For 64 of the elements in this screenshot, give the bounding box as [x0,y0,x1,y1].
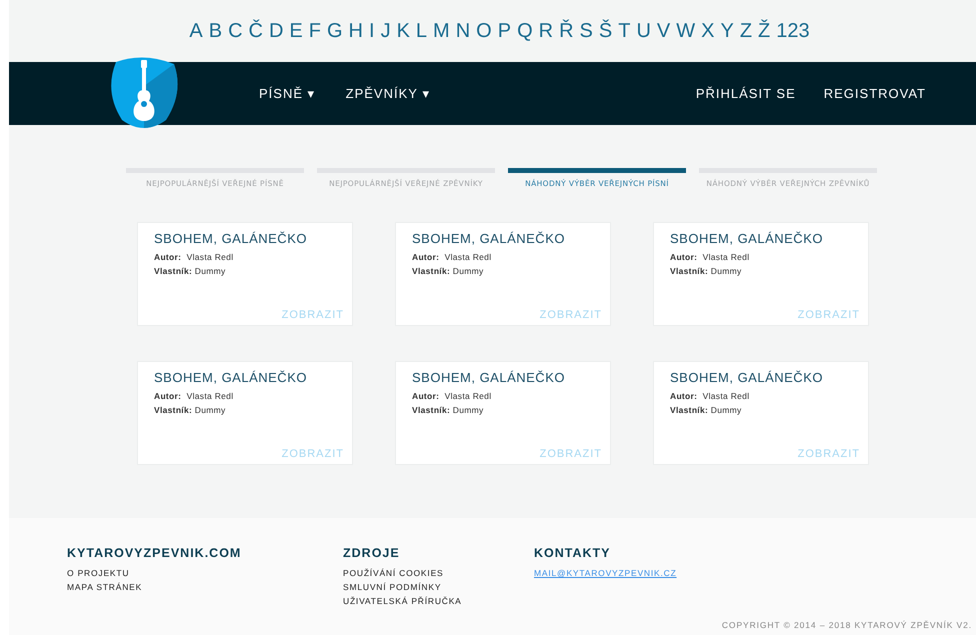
letter-link[interactable]: Z [740,20,752,42]
letter-link[interactable]: K [396,20,410,42]
letter-link[interactable]: F [308,20,321,42]
song-title: SBOHEM, GALÁNEČKO [670,370,823,385]
letter-link[interactable]: Y [720,20,734,42]
owner-text: Vlastník: Dummy [670,266,742,276]
footer-link[interactable]: SMLUVNÍ PODMÍNKY [343,580,442,594]
letter-link[interactable]: M [433,20,450,42]
letter-link[interactable]: B [208,20,222,42]
letter-link[interactable]: E [289,20,303,42]
owner-text: Vlastník: Dummy [154,405,226,415]
letter-link[interactable]: X [701,20,714,42]
letter-link[interactable]: I [369,20,375,42]
footer-link[interactable]: UŽIVATELSKÁ PŘÍRUČKA [343,594,462,608]
song-title: SBOHEM, GALÁNEČKO [154,231,307,246]
footer-link[interactable]: O PROJEKTU [67,566,130,580]
owner-text: Vlastník: Dummy [412,405,484,415]
letter-link[interactable]: Q [517,20,533,42]
letter-link[interactable]: L [416,20,428,42]
letter-link[interactable]: N [456,20,470,42]
footer-heading: ZDROJE [343,546,400,560]
letter-link[interactable]: V [656,20,670,42]
song-title: SBOHEM, GALÁNEČKO [154,370,307,385]
guitar-logo-icon[interactable] [108,56,180,130]
letter-link[interactable]: W [676,20,696,42]
email-link[interactable]: MAIL@KYTAROVYZPEVNIK.CZ [534,566,677,580]
letter-link[interactable]: Ř [559,20,574,42]
footer-heading: KONTAKTY [534,546,611,560]
letter-link[interactable]: A [189,20,203,42]
letter-link[interactable]: Č [248,20,263,42]
letter-link[interactable]: T [618,20,630,42]
owner-text: Vlastník: Dummy [670,405,742,415]
nav-link[interactable]: PŘIHLÁSIT SE [696,86,796,101]
letter-link[interactable]: S [580,20,593,42]
letter-link[interactable]: O [476,20,492,42]
letter-link[interactable]: D [268,20,284,42]
author-text: Autor: Vlasta Redl [154,391,234,401]
author-text: Autor: Vlasta Redl [412,252,492,262]
owner-text: Vlastník: Dummy [412,266,484,276]
author-text: Autor: Vlasta Redl [670,252,750,262]
nav-menu-button[interactable]: ZPĚVNÍKY ▾ [346,86,430,101]
letter-link[interactable]: Ž [758,20,770,42]
letter-link[interactable]: J [380,20,391,42]
letter-link[interactable]: G [326,20,343,42]
owner-text: Vlastník: Dummy [154,266,226,276]
letter-link[interactable]: R [538,20,554,42]
footer-heading: KYTAROVYZPEVNIK.COM [67,546,242,560]
letter-link[interactable]: 123 [776,20,810,42]
letter-link[interactable]: Š [598,20,612,42]
letter-link[interactable]: P [498,20,512,42]
letter-link[interactable]: C [228,20,243,42]
song-title: SBOHEM, GALÁNEČKO [412,370,565,385]
footer-link[interactable]: MAPA STRÁNEK [67,580,142,594]
author-text: Autor: Vlasta Redl [154,252,234,262]
letter-link[interactable]: H [348,20,363,42]
author-text: Autor: Vlasta Redl [412,391,492,401]
song-title: SBOHEM, GALÁNEČKO [412,231,565,246]
author-text: Autor: Vlasta Redl [670,391,750,401]
nav-link[interactable]: REGISTROVAT [824,86,926,101]
copyright-text: COPYRIGHT © 2014 – 2018 KYTAROVÝ ZPĚVNÍK V2. [722,620,972,630]
nav-menu-button[interactable]: PÍSNĚ ▾ [259,86,316,101]
song-title: SBOHEM, GALÁNEČKO [670,231,823,246]
footer-link[interactable]: POUŽÍVÁNÍ COOKIES [343,566,444,580]
letter-link[interactable]: U [636,20,651,42]
